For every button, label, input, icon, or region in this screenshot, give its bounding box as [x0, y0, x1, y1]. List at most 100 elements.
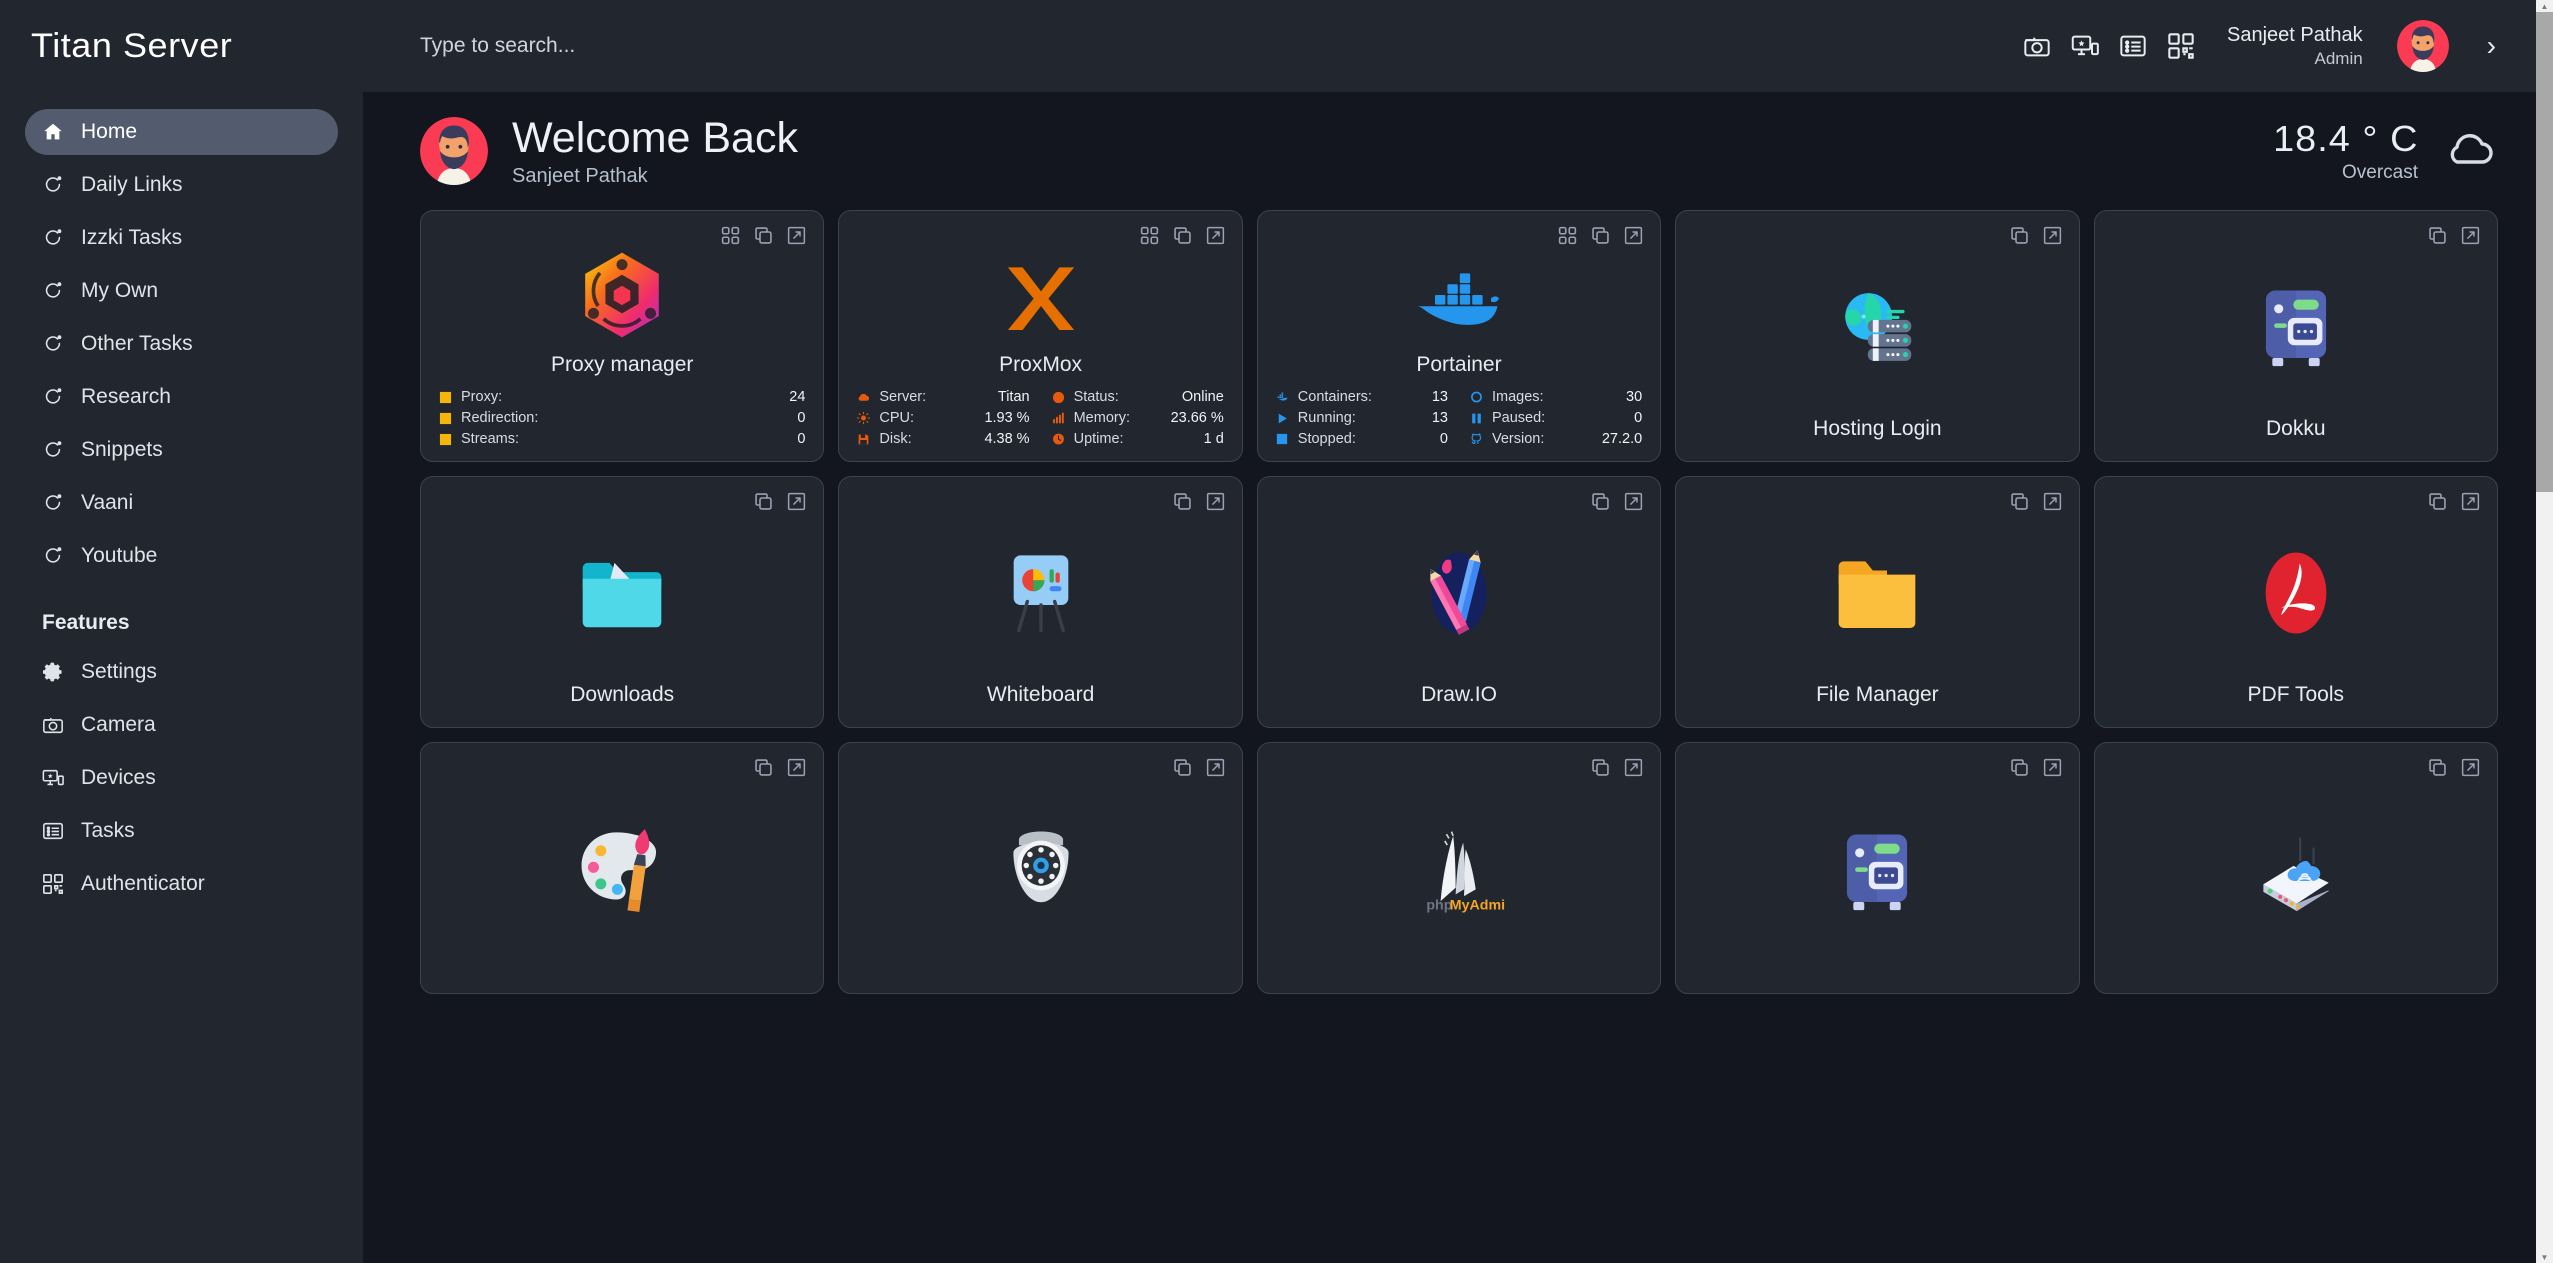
external-link-icon[interactable] — [786, 225, 807, 246]
external-link-icon[interactable] — [1623, 757, 1644, 778]
external-link-icon[interactable] — [1205, 491, 1226, 512]
brand[interactable]: Titan Server — [0, 0, 363, 92]
external-link-icon[interactable] — [786, 491, 807, 512]
external-link-icon[interactable] — [2460, 225, 2481, 246]
sidebar-item-youtube[interactable]: Youtube — [25, 533, 338, 579]
card-stat-value: 27.2.0 — [1601, 431, 1643, 448]
sidebar-item-daily-links[interactable]: Daily Links — [25, 162, 338, 208]
card-stat-row: Paused: 0 — [1470, 410, 1642, 426]
copy-icon[interactable] — [753, 757, 774, 778]
app-card[interactable]: Proxy manager Proxy: 24 Redirection: 0 S… — [420, 210, 825, 463]
user-info[interactable]: Sanjeet Pathak Admin — [2227, 23, 2363, 69]
sidebar-item-label: My Own — [81, 279, 159, 302]
app-card[interactable]: Whiteboard — [838, 476, 1243, 729]
sidebar-item-devices[interactable]: Devices — [25, 755, 338, 801]
card-actions — [2427, 491, 2481, 512]
tasks-icon[interactable] — [2119, 32, 2147, 60]
card-stat-label: Proxy: — [461, 389, 503, 406]
external-link-icon[interactable] — [1623, 225, 1644, 246]
cpu-icon — [1052, 391, 1065, 404]
sidebar-item-camera[interactable]: Camera — [25, 702, 338, 748]
weather-description: Overcast — [2341, 162, 2418, 184]
external-link-icon[interactable] — [1205, 757, 1226, 778]
proxmox-logo — [857, 237, 1223, 353]
external-link-icon[interactable] — [2042, 491, 2063, 512]
copy-icon[interactable] — [1172, 757, 1193, 778]
page-scrollbar[interactable]: ▲ ▼ — [2536, 0, 2553, 1263]
grid-icon[interactable] — [720, 225, 741, 246]
qr-code-icon[interactable] — [2167, 32, 2195, 60]
scrollbar-thumb[interactable] — [2536, 12, 2553, 492]
app-card[interactable]: Dokku — [2093, 210, 2498, 463]
app-card[interactable] — [1675, 742, 2080, 995]
copy-icon[interactable] — [1172, 491, 1193, 512]
github-icon — [1470, 433, 1483, 446]
sidebar-nav: Home Daily Links Izzki Tasks My Own Other Ta… — [0, 92, 363, 586]
card-actions — [753, 491, 807, 512]
copy-icon[interactable] — [2427, 491, 2448, 512]
yellow-folder-logo — [1694, 503, 2060, 683]
external-link-icon[interactable] — [2042, 225, 2063, 246]
app-card[interactable]: php MyAdmin — [1256, 742, 1662, 995]
sidebar-item-authenticator[interactable]: Authenticator — [25, 861, 338, 907]
sidebar-item-settings[interactable]: Settings — [25, 649, 338, 695]
camera-icon[interactable] — [2023, 32, 2051, 60]
card-stat-label: Redirection: — [461, 410, 539, 427]
app-card[interactable]: Draw.IO — [1256, 476, 1662, 729]
copy-icon[interactable] — [753, 225, 774, 246]
copy-icon[interactable] — [1590, 225, 1611, 246]
sidebar-item-tasks[interactable]: Tasks — [25, 808, 338, 854]
card-actions — [2009, 491, 2063, 512]
sidebar-item-snippets[interactable]: Snippets — [25, 427, 338, 473]
chevron-right-icon[interactable]: › — [2487, 30, 2496, 62]
sidebar-item-vaani[interactable]: Vaani — [25, 480, 338, 526]
card-stat-row: Version: 27.2.0 — [1470, 431, 1642, 447]
app-card[interactable] — [838, 742, 1243, 995]
app-card[interactable]: File Manager — [1675, 476, 2080, 729]
external-link-icon[interactable] — [1623, 491, 1644, 512]
copy-icon[interactable] — [2427, 757, 2448, 778]
sidebar-item-my-own[interactable]: My Own — [25, 268, 338, 314]
search-wrap — [420, 34, 2023, 58]
avatar[interactable] — [2396, 20, 2449, 72]
app-card[interactable]: Downloads — [420, 476, 825, 729]
external-link-icon[interactable] — [2042, 757, 2063, 778]
grid-icon[interactable] — [1139, 225, 1160, 246]
sidebar-item-home[interactable]: Home — [25, 109, 338, 155]
sidebar-item-other-tasks[interactable]: Other Tasks — [25, 321, 338, 367]
grid-icon[interactable] — [1557, 225, 1578, 246]
app-card[interactable] — [2093, 742, 2498, 995]
card-actions — [2427, 225, 2481, 246]
devices-icon[interactable] — [2071, 32, 2099, 60]
copy-icon[interactable] — [2009, 225, 2030, 246]
app-card[interactable]: Portainer Containers: 13 Images: 30 Runn… — [1256, 210, 1662, 463]
external-link-icon[interactable] — [786, 757, 807, 778]
dokku-server-logo — [1694, 769, 2060, 973]
card-stat-label: Uptime: — [1073, 431, 1124, 448]
copy-icon[interactable] — [753, 491, 774, 512]
card-title: Whiteboard — [986, 683, 1095, 707]
external-link-icon[interactable] — [2460, 757, 2481, 778]
downloads-folder-logo — [439, 503, 805, 683]
scroll-down-arrow[interactable]: ▼ — [2536, 1251, 2553, 1263]
external-link-icon[interactable] — [2460, 491, 2481, 512]
sidebar-item-research[interactable]: Research — [25, 374, 338, 420]
sidebar-item-izzki-tasks[interactable]: Izzki Tasks — [25, 215, 338, 261]
copy-icon[interactable] — [1590, 757, 1611, 778]
scroll-up-arrow[interactable]: ▲ — [2536, 0, 2553, 12]
bookmark-refresh-icon — [42, 545, 64, 567]
copy-icon[interactable] — [1172, 225, 1193, 246]
copy-icon[interactable] — [1590, 491, 1611, 512]
svg-text:php: php — [1426, 898, 1452, 914]
app-card[interactable]: Hosting Login — [1675, 210, 2080, 463]
copy-icon[interactable] — [2427, 225, 2448, 246]
card-stat-row: Streams: 0 — [439, 431, 805, 447]
copy-icon[interactable] — [2009, 491, 2030, 512]
external-link-icon[interactable] — [1205, 225, 1226, 246]
app-card[interactable]: PDF Tools — [2093, 476, 2498, 729]
dokku-server-logo — [2113, 237, 2479, 417]
copy-icon[interactable] — [2009, 757, 2030, 778]
search-input[interactable] — [420, 34, 940, 58]
app-card[interactable]: ProxMox Server: Titan Status: Online CPU… — [838, 210, 1243, 463]
app-card[interactable] — [420, 742, 825, 995]
